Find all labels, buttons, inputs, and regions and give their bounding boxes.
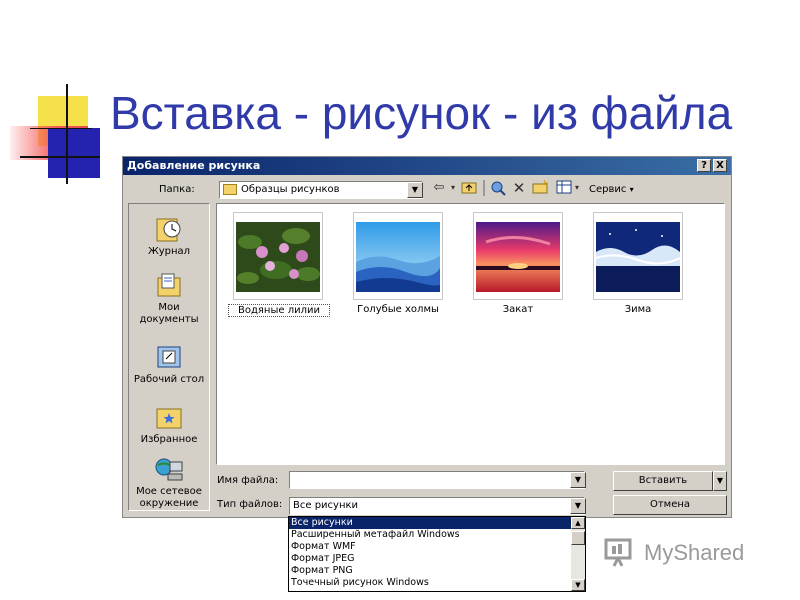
water-lilies-thumbnail <box>236 222 320 292</box>
decor-horizontal-line-upper <box>30 128 92 129</box>
list-item[interactable]: Расширенный метафайл Windows <box>289 529 571 541</box>
myshared-logo-icon <box>604 538 632 567</box>
filetype-dropdown-button[interactable]: ▼ <box>570 498 586 514</box>
close-button[interactable]: X <box>713 159 727 172</box>
favorites-icon <box>156 408 182 429</box>
folder-icon <box>223 183 237 195</box>
list-scrollbar[interactable]: ▲ ▼ <box>571 517 585 591</box>
new-folder-icon[interactable] <box>531 179 550 196</box>
dialog-titlebar: Добавление рисунка <box>123 157 731 175</box>
help-button[interactable]: ? <box>697 159 711 172</box>
insert-picture-dialog: Добавление рисунка ? X Папка: Образцы ри… <box>122 156 732 518</box>
toolbar-separator <box>483 180 485 196</box>
file-thumbnail[interactable] <box>353 212 443 300</box>
up-folder-icon[interactable] <box>461 180 477 196</box>
views-dropdown-icon[interactable]: ▾ <box>573 180 581 196</box>
file-thumbnail[interactable] <box>473 212 563 300</box>
file-thumbnail[interactable] <box>233 212 323 300</box>
insert-button[interactable]: Вставить <box>613 471 713 491</box>
folder-label: Папка: <box>159 184 195 195</box>
winter-thumbnail <box>596 222 680 292</box>
back-dropdown-icon[interactable]: ▾ <box>449 180 457 196</box>
list-item[interactable]: Точечный рисунок Windows <box>289 577 571 589</box>
delete-icon[interactable]: ✕ <box>511 180 527 196</box>
list-item[interactable]: Формат PNG <box>289 565 571 577</box>
place-favorites-label: Избранное <box>140 434 198 445</box>
filetype-label: Тип файлов: <box>217 499 283 510</box>
filetype-select[interactable]: Все рисунки <box>289 497 585 515</box>
folder-select-value: Образцы рисунков <box>241 184 340 195</box>
filename-label: Имя файла: <box>217 475 279 486</box>
places-bar: Журнал Мои документы Рабочий стол Избран… <box>128 203 210 511</box>
place-desktop[interactable]: Рабочий стол <box>129 344 209 386</box>
decor-blue-square <box>48 128 100 178</box>
place-network-label: Мое сетевое окружение <box>136 486 202 509</box>
search-web-icon[interactable] <box>489 180 507 196</box>
place-history[interactable]: Журнал <box>129 216 209 258</box>
scroll-up-icon[interactable]: ▲ <box>571 517 585 529</box>
filename-dropdown-button[interactable]: ▼ <box>570 472 586 488</box>
filename-input[interactable] <box>289 471 585 489</box>
back-icon[interactable]: ⇦ <box>431 180 447 196</box>
history-icon <box>156 218 181 242</box>
views-icon[interactable] <box>555 180 573 196</box>
file-list: Водяные лилии Голубые холмы Закат Зима <box>216 203 725 465</box>
insert-dropdown-button[interactable]: ▼ <box>713 471 727 491</box>
folder-dropdown-button[interactable]: ▼ <box>407 182 423 198</box>
blue-hills-thumbnail <box>356 222 440 292</box>
service-menu-label: Сервис <box>589 184 627 195</box>
list-item[interactable]: Формат WMF <box>289 541 571 553</box>
file-label: Зима <box>624 304 652 315</box>
service-menu[interactable]: Сервис ▾ <box>589 184 634 195</box>
my-documents-icon <box>157 273 181 297</box>
desktop-icon <box>157 346 181 368</box>
service-chevron-down-icon: ▾ <box>629 185 634 194</box>
cancel-button[interactable]: Отмена <box>613 495 727 515</box>
place-favorites[interactable]: Избранное <box>129 404 209 446</box>
file-label: Водяные лилии <box>228 304 330 317</box>
myshared-logo-text: MyShared <box>644 540 745 565</box>
list-item[interactable]: Все рисунки <box>289 517 571 529</box>
place-my-documents-label: Мои документы <box>139 302 199 325</box>
decor-vertical-line <box>66 84 68 184</box>
place-network[interactable]: Мое сетевое окружение <box>129 456 209 510</box>
filetype-options-list: Все рисунки Расширенный метафайл Windows… <box>288 516 586 592</box>
place-history-label: Журнал <box>147 246 191 257</box>
decor-horizontal-line <box>20 156 100 158</box>
slide-title: Вставка - рисунок - из файла <box>110 87 733 139</box>
dialog-title: Добавление рисунка <box>127 159 261 172</box>
network-icon <box>155 458 183 481</box>
scroll-thumb[interactable] <box>571 531 585 545</box>
place-my-documents[interactable]: Мои документы <box>129 272 209 326</box>
myshared-logo: MyShared <box>604 536 744 572</box>
file-thumbnail[interactable] <box>593 212 683 300</box>
list-item[interactable]: Формат JPEG <box>289 553 571 565</box>
file-label: Закат <box>502 304 534 315</box>
file-label: Голубые холмы <box>357 304 439 315</box>
sunset-thumbnail <box>476 222 560 292</box>
place-desktop-label: Рабочий стол <box>133 374 205 385</box>
folder-select[interactable]: Образцы рисунков <box>219 181 423 199</box>
scroll-down-icon[interactable]: ▼ <box>571 579 585 591</box>
